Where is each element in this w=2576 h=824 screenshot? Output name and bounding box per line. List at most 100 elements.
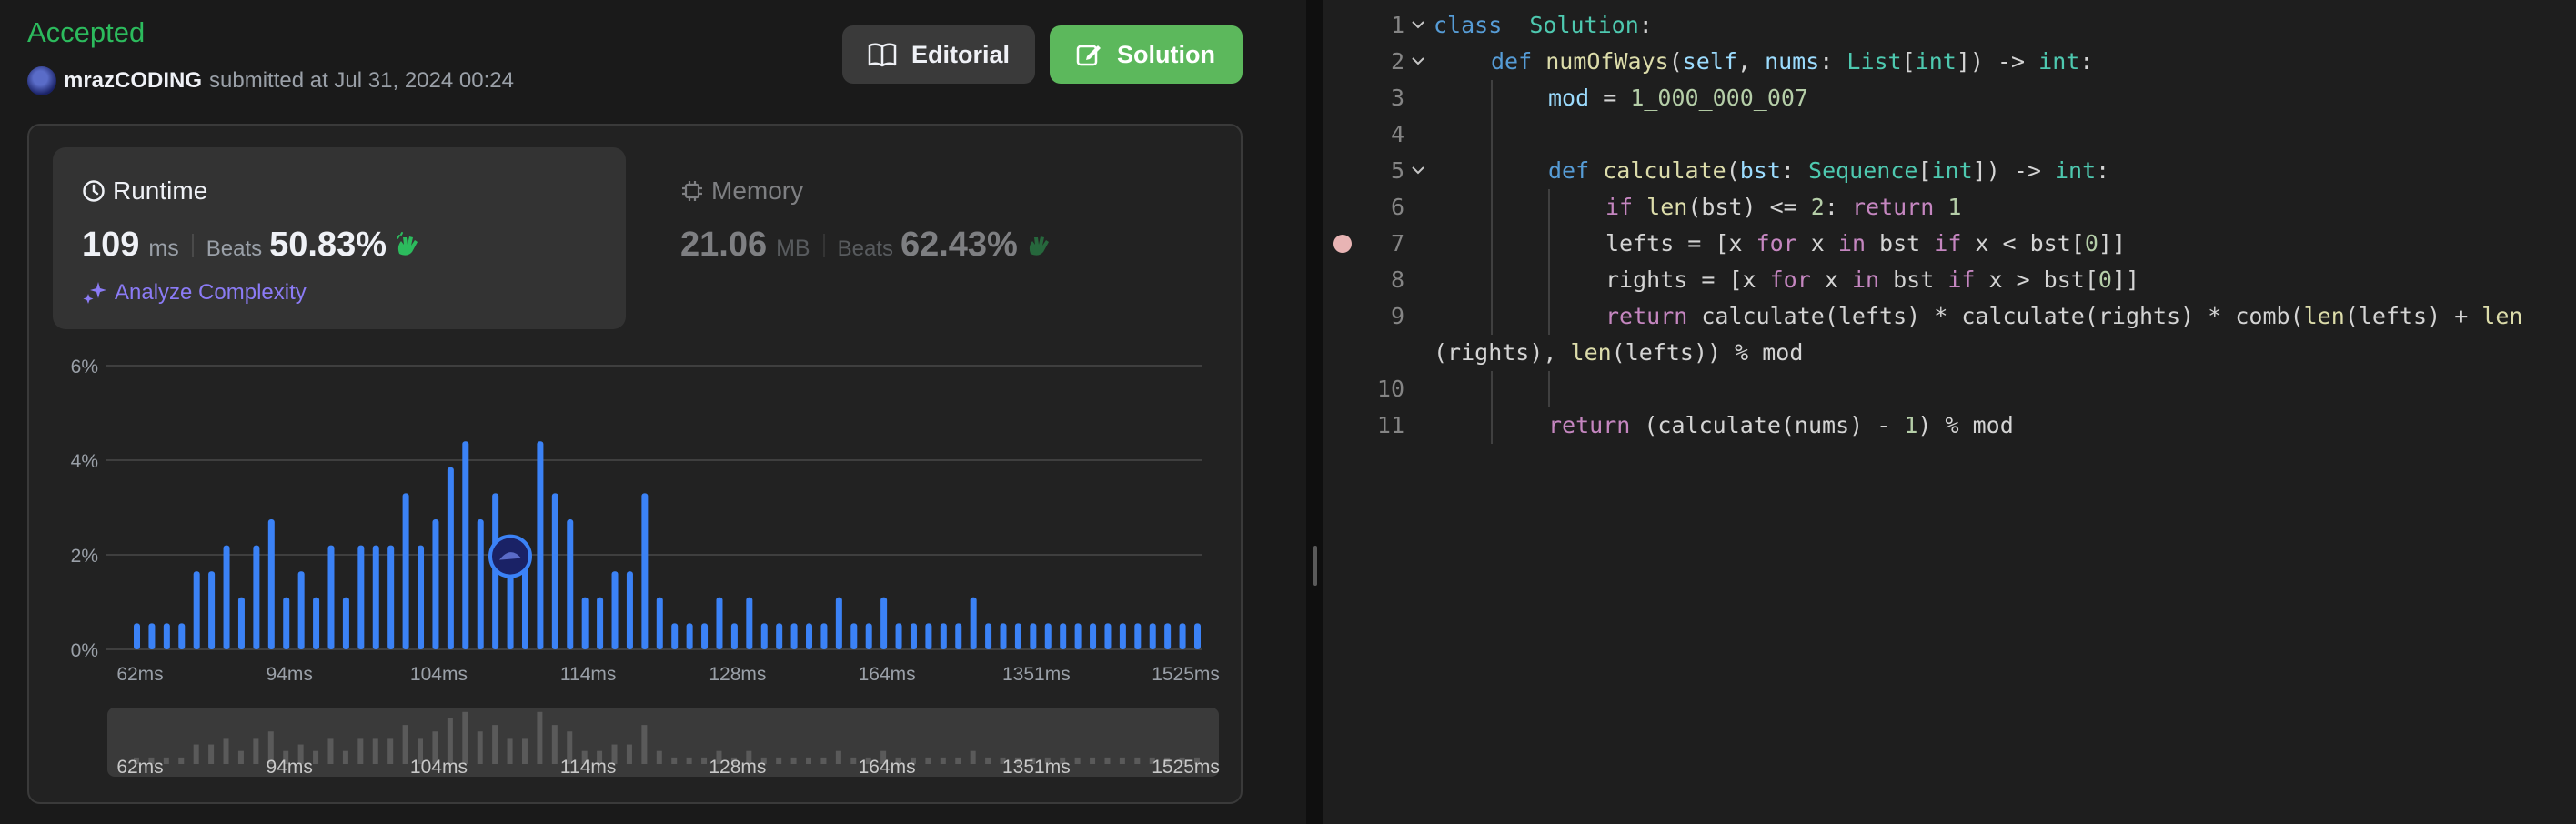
code-line[interactable]: 6 if len(bst) <= 2: return 1 bbox=[1323, 189, 2576, 226]
chart-bar[interactable] bbox=[567, 519, 574, 649]
chart-bar[interactable] bbox=[895, 623, 902, 649]
chart-bar[interactable] bbox=[237, 597, 245, 649]
chart-bar[interactable] bbox=[267, 519, 275, 649]
chart-bar[interactable] bbox=[597, 597, 604, 649]
chart-bar[interactable] bbox=[148, 623, 156, 649]
chart-bar[interactable] bbox=[432, 519, 439, 649]
chart-bar[interactable] bbox=[387, 545, 395, 649]
chart-bar[interactable] bbox=[1090, 623, 1097, 649]
chart-bar[interactable] bbox=[447, 467, 454, 649]
chart-bar[interactable] bbox=[193, 571, 200, 649]
code-line[interactable]: 5 def calculate(bst: Sequence[int]) -> in… bbox=[1323, 153, 2576, 189]
minimap-tick-label: 1351ms bbox=[1002, 757, 1071, 778]
chart-bar[interactable] bbox=[1134, 623, 1142, 649]
chart-bar[interactable] bbox=[1060, 623, 1067, 649]
chart-bar[interactable] bbox=[418, 545, 425, 649]
chart-bar[interactable] bbox=[850, 623, 858, 649]
chart-bar[interactable] bbox=[686, 623, 693, 649]
chart-bar[interactable] bbox=[402, 493, 409, 649]
chart-bar[interactable] bbox=[806, 623, 813, 649]
chart-bar[interactable] bbox=[671, 623, 679, 649]
minimap-bar bbox=[835, 750, 841, 764]
chart-bar[interactable] bbox=[1104, 623, 1112, 649]
memory-panel[interactable]: Memory 21.06 MB Beats 62.43% bbox=[651, 147, 1197, 329]
chart-bar[interactable] bbox=[955, 623, 962, 649]
chart-bar[interactable] bbox=[820, 623, 828, 649]
chart-bar[interactable] bbox=[1119, 623, 1126, 649]
chart-bar[interactable] bbox=[760, 623, 768, 649]
minimap-tick-label: 164ms bbox=[859, 757, 916, 778]
chart-bar[interactable] bbox=[537, 441, 544, 649]
code-text: return calculate(lefts) * calculate(righ… bbox=[1605, 303, 2523, 329]
code-line[interactable]: 2 def numOfWays(self, nums: List[int]) ->… bbox=[1323, 44, 2576, 80]
chart-bar[interactable] bbox=[1000, 623, 1007, 649]
code-line[interactable]: 7 lefts = [x for x in bst if x < bst[0]] bbox=[1323, 226, 2576, 262]
chart-bar[interactable] bbox=[730, 623, 738, 649]
chart-bar[interactable] bbox=[1164, 623, 1172, 649]
code-line[interactable]: 8 rights = [x for x in bst if x > bst[0]] bbox=[1323, 262, 2576, 298]
chart-bar[interactable] bbox=[551, 493, 558, 649]
chart-bar[interactable] bbox=[985, 623, 992, 649]
code-line[interactable]: 9 return calculate(lefts) * calculate(rig… bbox=[1323, 298, 2576, 335]
chart-bar[interactable] bbox=[776, 623, 783, 649]
chart-bar[interactable] bbox=[1149, 623, 1156, 649]
chart-bar[interactable] bbox=[835, 597, 842, 649]
line-number: 9 bbox=[1390, 303, 1404, 329]
chart-bar[interactable] bbox=[626, 571, 633, 649]
code-line[interactable]: 11 return (calculate(nums) - 1) % mod bbox=[1323, 407, 2576, 444]
chart-bar[interactable] bbox=[163, 623, 170, 649]
username-link[interactable]: mrazCODING bbox=[64, 68, 202, 94]
chart-bar[interactable] bbox=[940, 623, 947, 649]
solution-button[interactable]: Solution bbox=[1050, 25, 1243, 84]
chart-bar[interactable] bbox=[910, 623, 917, 649]
code-line[interactable]: (rights), len(lefts)) % mod bbox=[1323, 335, 2576, 371]
chart-bar[interactable] bbox=[865, 623, 872, 649]
editorial-button[interactable]: Editorial bbox=[842, 25, 1035, 84]
code-line[interactable]: 1 class Solution: bbox=[1323, 7, 2576, 44]
chart-bar[interactable] bbox=[253, 545, 260, 649]
chart-bar[interactable] bbox=[1030, 623, 1037, 649]
panel-divider[interactable] bbox=[1306, 0, 1323, 824]
chart-bar[interactable] bbox=[701, 623, 709, 649]
chart-bar[interactable] bbox=[880, 597, 888, 649]
chart-bar[interactable] bbox=[462, 441, 469, 649]
chart-bar[interactable] bbox=[297, 571, 305, 649]
chart-bar[interactable] bbox=[134, 623, 140, 649]
code-line[interactable]: 10 bbox=[1323, 371, 2576, 407]
analyze-complexity-link[interactable]: Analyze Complexity bbox=[82, 280, 307, 306]
chart-bar[interactable] bbox=[342, 597, 349, 649]
chart-bar[interactable] bbox=[327, 545, 335, 649]
chart-bar[interactable] bbox=[372, 545, 379, 649]
chart-bar[interactable] bbox=[656, 597, 663, 649]
chart-bar[interactable] bbox=[746, 597, 753, 649]
chart-bar[interactable] bbox=[716, 597, 723, 649]
code-line[interactable]: 4 bbox=[1323, 116, 2576, 153]
chart-bar[interactable] bbox=[1194, 623, 1201, 649]
minimap-bar bbox=[327, 738, 334, 764]
chart-bar[interactable] bbox=[283, 597, 290, 649]
chart-bar[interactable] bbox=[970, 597, 977, 649]
chart-bar[interactable] bbox=[178, 623, 186, 649]
line-number: 10 bbox=[1376, 376, 1404, 402]
chart-bar[interactable] bbox=[581, 597, 589, 649]
avatar[interactable] bbox=[27, 66, 56, 95]
code-line[interactable]: 3 mod = 1_000_000_007 bbox=[1323, 80, 2576, 116]
chart-bar[interactable] bbox=[357, 545, 365, 649]
chart-bar[interactable] bbox=[925, 623, 932, 649]
minimap-bar bbox=[820, 757, 827, 764]
chart-bar[interactable] bbox=[1179, 623, 1186, 649]
code-editor[interactable]: 1 class Solution: 2 def numOfWays(self, num… bbox=[1323, 0, 2576, 824]
chart-bar[interactable] bbox=[790, 623, 798, 649]
chart-bar[interactable] bbox=[313, 597, 320, 649]
chart-bar[interactable] bbox=[1044, 623, 1052, 649]
chart-bar[interactable] bbox=[611, 571, 619, 649]
resize-handle[interactable] bbox=[1313, 546, 1317, 586]
chart-bar[interactable] bbox=[477, 519, 484, 649]
chart-bar[interactable] bbox=[1014, 623, 1021, 649]
chart-bar[interactable] bbox=[208, 571, 216, 649]
chart-bar[interactable] bbox=[1074, 623, 1082, 649]
minimap-bar bbox=[1090, 757, 1096, 764]
chart-bar[interactable] bbox=[641, 493, 649, 649]
runtime-panel[interactable]: Runtime 109 ms Beats 50.83% Analyze Comp… bbox=[53, 147, 626, 329]
chart-bar[interactable] bbox=[223, 545, 230, 649]
